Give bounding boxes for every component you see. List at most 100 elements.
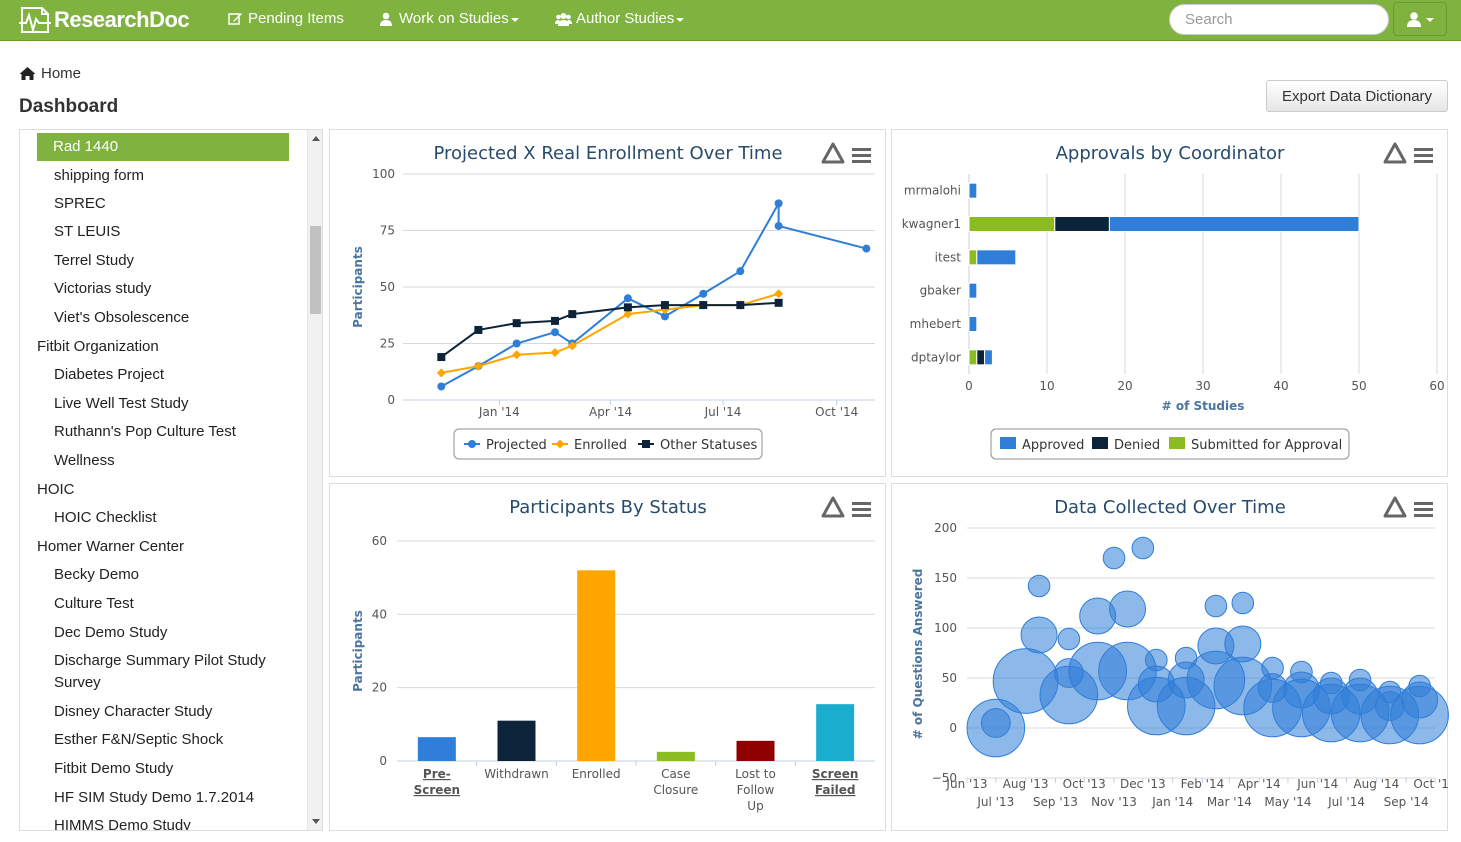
bar-segment[interactable] (968, 216, 1056, 232)
breadcrumb-home[interactable]: Home (41, 65, 81, 82)
sidebar-item[interactable]: Viet's Obsolescence (54, 307, 294, 329)
bubble[interactable] (1348, 668, 1372, 692)
data-point[interactable] (468, 440, 476, 448)
bar-segment[interactable] (984, 349, 993, 366)
bubble[interactable] (1131, 536, 1155, 560)
data-point[interactable] (512, 350, 522, 360)
data-point[interactable] (774, 199, 783, 208)
bubble[interactable] (1224, 625, 1262, 663)
sidebar-item[interactable]: HOIC Checklist (54, 507, 294, 529)
bubble[interactable] (1102, 546, 1126, 570)
sidebar-item[interactable]: Discharge Summary Pilot Study Survey (54, 650, 294, 694)
sidebar-item[interactable]: HF SIM Study Demo 1.7.2014 (54, 787, 294, 809)
sidebar-scrollbar[interactable] (307, 130, 322, 830)
sidebar-item[interactable]: Victorias study (54, 278, 294, 300)
data-point[interactable] (623, 303, 632, 312)
sidebar-item[interactable]: Disney Character Study (54, 701, 294, 723)
sidebar-group[interactable]: Fitbit Organization (37, 336, 159, 358)
data-point[interactable] (736, 301, 745, 310)
data-point[interactable] (437, 353, 446, 362)
data-point[interactable] (437, 382, 446, 391)
sidebar-item[interactable]: Dec Demo Study (54, 622, 294, 644)
sidebar-group[interactable]: HOIC (37, 479, 75, 501)
bubble[interactable] (1231, 591, 1255, 615)
data-point[interactable] (550, 328, 559, 337)
bar[interactable] (656, 751, 695, 761)
data-point[interactable] (474, 325, 483, 334)
nav-author-studies[interactable]: Author Studies (555, 10, 685, 27)
bubble[interactable] (1261, 656, 1284, 680)
data-point[interactable] (550, 316, 559, 325)
nav-pending-items[interactable]: Pending Items (228, 10, 344, 27)
bar-segment[interactable] (1054, 216, 1110, 232)
sidebar-item[interactable]: SPREC (54, 193, 294, 215)
sidebar-item[interactable]: Becky Demo (54, 564, 294, 586)
chart-menu-icon[interactable] (852, 502, 871, 517)
user-menu-button[interactable] (1393, 2, 1447, 36)
bar-segment[interactable] (968, 349, 978, 366)
bar[interactable] (736, 740, 775, 761)
chart-menu-icon[interactable] (1414, 502, 1433, 517)
sidebar-item[interactable]: Terrel Study (54, 250, 294, 272)
sidebar-item[interactable]: Diabetes Project (54, 364, 294, 386)
bar[interactable] (816, 704, 855, 761)
sidebar-group[interactable]: Homer Warner Center (37, 536, 184, 558)
sidebar-item[interactable]: Fitbit Demo Study (54, 758, 294, 780)
x-tick-label[interactable]: Screen (812, 767, 859, 781)
bar-segment[interactable] (976, 249, 1017, 266)
sidebar-item[interactable]: ST LEUIS (54, 221, 294, 243)
chart-print-icon[interactable] (821, 496, 845, 518)
scroll-up-arrow-icon[interactable] (312, 136, 320, 141)
bar[interactable] (417, 737, 456, 761)
bar-segment[interactable] (968, 316, 978, 332)
nav-work-on-studies[interactable]: Work on Studies (379, 10, 519, 27)
bubble[interactable] (1174, 646, 1198, 670)
search-input[interactable] (1169, 4, 1389, 35)
sidebar-item[interactable]: Wellness (54, 450, 294, 472)
data-point[interactable] (436, 368, 446, 378)
data-point[interactable] (642, 440, 650, 448)
data-point[interactable] (512, 339, 521, 348)
brand[interactable]: ResearchDoc (18, 4, 190, 36)
sidebar-item[interactable]: Rad 1440 (37, 133, 289, 161)
data-point[interactable] (623, 294, 632, 303)
data-point[interactable] (774, 221, 783, 230)
data-point[interactable] (699, 289, 708, 298)
bubble[interactable] (1204, 594, 1228, 618)
data-point[interactable] (774, 289, 784, 299)
sidebar-item[interactable]: HIMMS Demo Study (54, 815, 294, 830)
chart-print-icon[interactable] (821, 142, 845, 164)
data-point[interactable] (862, 244, 871, 253)
bubble[interactable] (1145, 648, 1168, 672)
data-point[interactable] (736, 267, 745, 276)
sidebar-item[interactable]: Esther F&N/Septic Shock (54, 729, 294, 751)
bar-segment[interactable] (976, 349, 986, 366)
chart-menu-icon[interactable] (852, 148, 871, 163)
sidebar-item[interactable]: Ruthann's Pop Culture Test (54, 421, 294, 443)
bubble[interactable] (1027, 574, 1051, 598)
x-tick-label[interactable]: Failed (815, 783, 856, 797)
bar[interactable] (497, 720, 536, 761)
bubble[interactable] (1378, 680, 1402, 704)
data-point[interactable] (699, 301, 708, 310)
chart-print-icon[interactable] (1383, 496, 1407, 518)
chart-print-icon[interactable] (1383, 142, 1407, 164)
x-tick-label[interactable]: Screen (414, 783, 461, 797)
sidebar-item[interactable]: Live Well Test Study (54, 393, 294, 415)
data-point[interactable] (512, 319, 521, 328)
data-point[interactable] (473, 361, 483, 371)
data-point[interactable] (660, 301, 669, 310)
data-point[interactable] (550, 348, 560, 358)
data-point[interactable] (774, 298, 783, 307)
chart-menu-icon[interactable] (1414, 148, 1433, 163)
x-tick-label[interactable]: Pre- (423, 767, 451, 781)
scroll-down-arrow-icon[interactable] (312, 819, 320, 824)
bar-segment[interactable] (968, 182, 978, 199)
bubble[interactable] (1057, 627, 1081, 651)
bar-segment[interactable] (968, 282, 978, 299)
bubble[interactable] (1319, 671, 1343, 695)
bubble[interactable] (1290, 660, 1313, 684)
sidebar-item[interactable]: Culture Test (54, 593, 294, 615)
bubble[interactable] (1020, 616, 1058, 654)
bubble[interactable] (980, 708, 1011, 738)
